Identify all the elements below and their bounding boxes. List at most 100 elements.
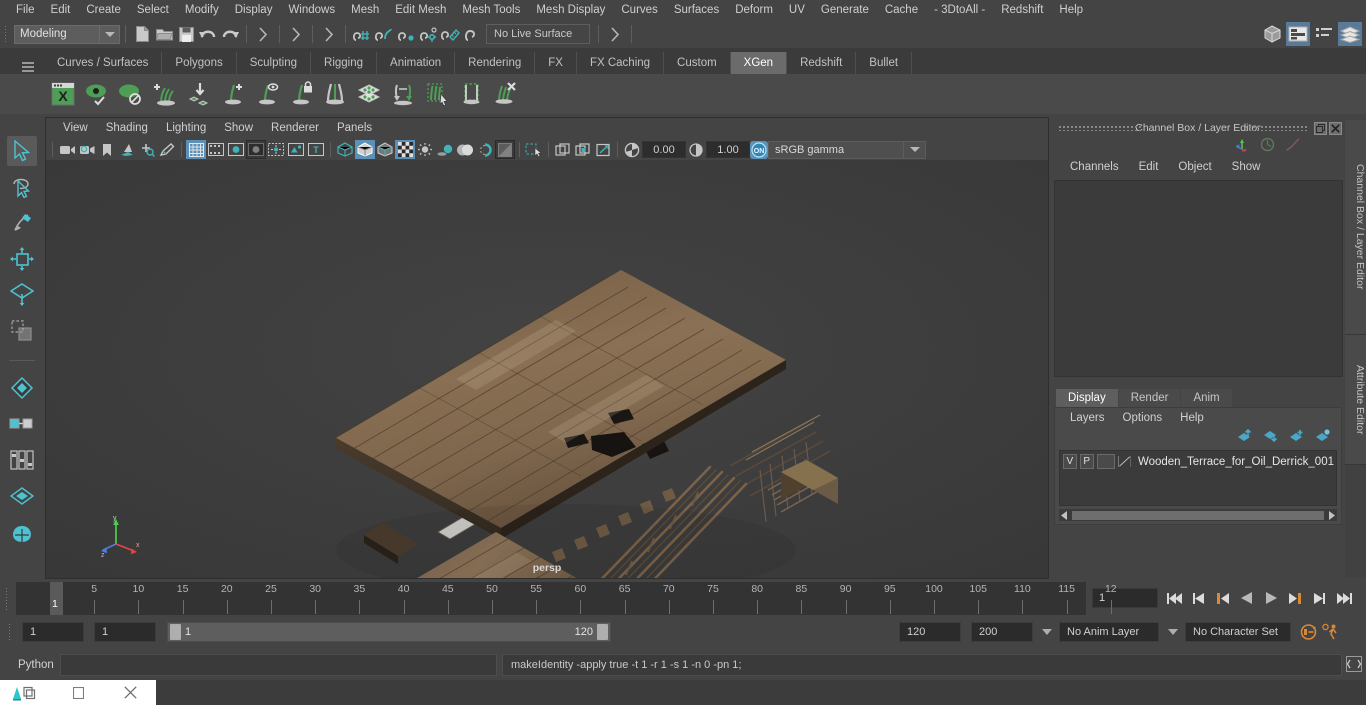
history-toggle-icon[interactable] — [604, 23, 626, 45]
layer-list-horizontal-scrollbar[interactable] — [1059, 509, 1337, 521]
menu-select[interactable]: Select — [129, 0, 177, 20]
xray-joints-icon[interactable] — [573, 140, 593, 159]
play-forwards-icon[interactable] — [1260, 587, 1282, 609]
time-slider-grip[interactable] — [0, 583, 16, 613]
viewport-menu-view[interactable]: View — [54, 118, 97, 139]
gamma-value[interactable]: 1.00 — [706, 141, 750, 158]
anim-layer-field[interactable]: No Anim Layer — [1059, 622, 1159, 642]
menu-mesh[interactable]: Mesh — [343, 0, 387, 20]
speed-icon[interactable] — [1260, 137, 1275, 155]
show-hide-channel-box-icon[interactable] — [1338, 22, 1362, 46]
xgen-select-guide-icon[interactable] — [420, 77, 454, 111]
gamma-icon[interactable] — [686, 140, 706, 159]
channel-box-content[interactable] — [1054, 180, 1343, 377]
xgen-add-guide-icon[interactable] — [216, 77, 250, 111]
component-editor-tool[interactable] — [7, 445, 37, 475]
smooth-shade-all-icon[interactable] — [355, 140, 375, 159]
current-frame-field[interactable]: 1 — [1092, 588, 1158, 608]
character-set-field[interactable]: No Character Set — [1185, 622, 1291, 642]
gate-mask-icon[interactable] — [246, 140, 266, 159]
undo-icon[interactable] — [197, 23, 219, 45]
layer-menu-help[interactable]: Help — [1171, 408, 1213, 428]
shelf-tab-bullet[interactable]: Bullet — [856, 52, 913, 74]
layer-name-label[interactable]: Wooden_Terrace_for_Oil_Derrick_001 — [1134, 456, 1334, 468]
field-chart-icon[interactable] — [266, 140, 286, 159]
step-back-key-icon[interactable] — [1212, 587, 1234, 609]
xgen-guide-display-icon[interactable] — [250, 77, 284, 111]
two-d-pan-zoom-icon[interactable] — [137, 140, 157, 159]
select-tool[interactable] — [7, 136, 37, 166]
step-forward-key-icon[interactable] — [1284, 587, 1306, 609]
save-scene-icon[interactable] — [175, 23, 197, 45]
layer-visibility-toggle[interactable]: V — [1063, 454, 1077, 469]
menu-curves[interactable]: Curves — [613, 0, 665, 20]
wireframe-icon[interactable] — [335, 140, 355, 159]
side-tab-channel-box[interactable]: Channel Box / Layer Editor — [1345, 120, 1366, 335]
scroll-right-arrow-icon[interactable] — [1326, 510, 1337, 520]
range-slider-bar[interactable]: 1 120 — [167, 622, 611, 642]
shelf-tab-redshift[interactable]: Redshift — [787, 52, 857, 74]
camera-attributes-icon[interactable] — [77, 140, 97, 159]
color-management-combo[interactable]: sRGB gamma — [768, 140, 904, 159]
anim-layer-dropdown-arrow[interactable] — [1039, 629, 1055, 635]
character-set-dropdown-arrow[interactable] — [1165, 629, 1181, 635]
channelbox-menu-show[interactable]: Show — [1222, 156, 1271, 178]
multisample-aa-icon[interactable] — [495, 140, 515, 159]
shelf-tab-xgen[interactable]: XGen — [730, 52, 788, 74]
snap-to-point-icon[interactable] — [395, 23, 417, 45]
shelf-tab-fx-caching[interactable]: FX Caching — [576, 52, 665, 74]
grease-pencil-icon[interactable] — [157, 140, 177, 159]
viewport-menu-show[interactable]: Show — [215, 118, 262, 139]
move-layer-up-icon[interactable] — [1237, 428, 1253, 445]
layer-tab-display[interactable]: Display — [1056, 389, 1118, 407]
command-language-label[interactable]: Python — [0, 659, 60, 671]
scroll-left-arrow-icon[interactable] — [1059, 510, 1070, 520]
move-tool[interactable] — [7, 244, 37, 274]
snap-to-projected-center-icon[interactable] — [417, 23, 439, 45]
menu-file[interactable]: File — [8, 0, 43, 20]
channelbox-menu-channels[interactable]: Channels — [1060, 156, 1129, 178]
viewport-menu-renderer[interactable]: Renderer — [262, 118, 328, 139]
go-to-start-icon[interactable] — [1164, 587, 1186, 609]
exposure-icon[interactable] — [622, 140, 642, 159]
shelf-tab-rigging[interactable]: Rigging — [311, 52, 378, 74]
safe-action-icon[interactable] — [286, 140, 306, 159]
layer-list[interactable]: V P Wooden_Terrace_for_Oil_Derrick_001 — [1059, 450, 1337, 506]
range-end-time-field[interactable]: 120 — [899, 622, 961, 642]
panel-grip-left[interactable] — [1058, 125, 1142, 131]
menu-windows[interactable]: Windows — [280, 0, 343, 20]
panel-grip-right[interactable] — [1244, 125, 1308, 131]
statusline-grip[interactable] — [2, 23, 11, 45]
xgen-preview-on-icon[interactable] — [80, 77, 114, 111]
viewport-menu-shading[interactable]: Shading — [97, 118, 157, 139]
outliner-shape-tool[interactable] — [7, 481, 37, 511]
menu-create[interactable]: Create — [78, 0, 129, 20]
select-by-component-icon[interactable] — [318, 23, 340, 45]
paint-select-tool[interactable] — [7, 208, 37, 238]
xgen-delete-guide-icon[interactable] — [488, 77, 522, 111]
snap-to-curve-icon[interactable] — [373, 23, 395, 45]
layer-color-swatch-icon[interactable] — [1117, 454, 1131, 469]
live-surface-field[interactable]: No Live Surface — [486, 24, 590, 44]
auto-key-icon[interactable] — [1297, 621, 1319, 643]
undock-panel-icon[interactable] — [1314, 122, 1327, 135]
time-slider[interactable]: 1 5 10 15 20 25 30 35 40 45 50 55 60 65 70 75 80 85 90 95 1… — [16, 581, 1117, 615]
command-input[interactable] — [60, 654, 497, 676]
exposure-value[interactable]: 0.00 — [642, 141, 686, 158]
menu-surfaces[interactable]: Surfaces — [666, 0, 727, 20]
show-hide-modeling-toolkit-icon[interactable] — [1260, 22, 1284, 46]
grid-icon[interactable] — [186, 140, 206, 159]
lasso-select-tool[interactable] — [7, 172, 37, 202]
xgen-add-description-icon[interactable] — [148, 77, 182, 111]
shaded-wireframe-icon[interactable] — [375, 140, 395, 159]
curve-icon[interactable] — [1285, 137, 1300, 155]
maya-app-icon[interactable] — [0, 680, 52, 705]
shelf-tab-animation[interactable]: Animation — [377, 52, 456, 74]
make-live-icon[interactable] — [461, 23, 483, 45]
open-scene-icon[interactable] — [153, 23, 175, 45]
animation-start-time-field[interactable]: 1 — [22, 622, 84, 642]
menu-3dtoall[interactable]: - 3DtoAll - — [926, 0, 993, 20]
bookmark-icon[interactable] — [97, 140, 117, 159]
screen-space-ao-icon[interactable] — [455, 140, 475, 159]
persp-layout-tool[interactable] — [7, 517, 37, 547]
